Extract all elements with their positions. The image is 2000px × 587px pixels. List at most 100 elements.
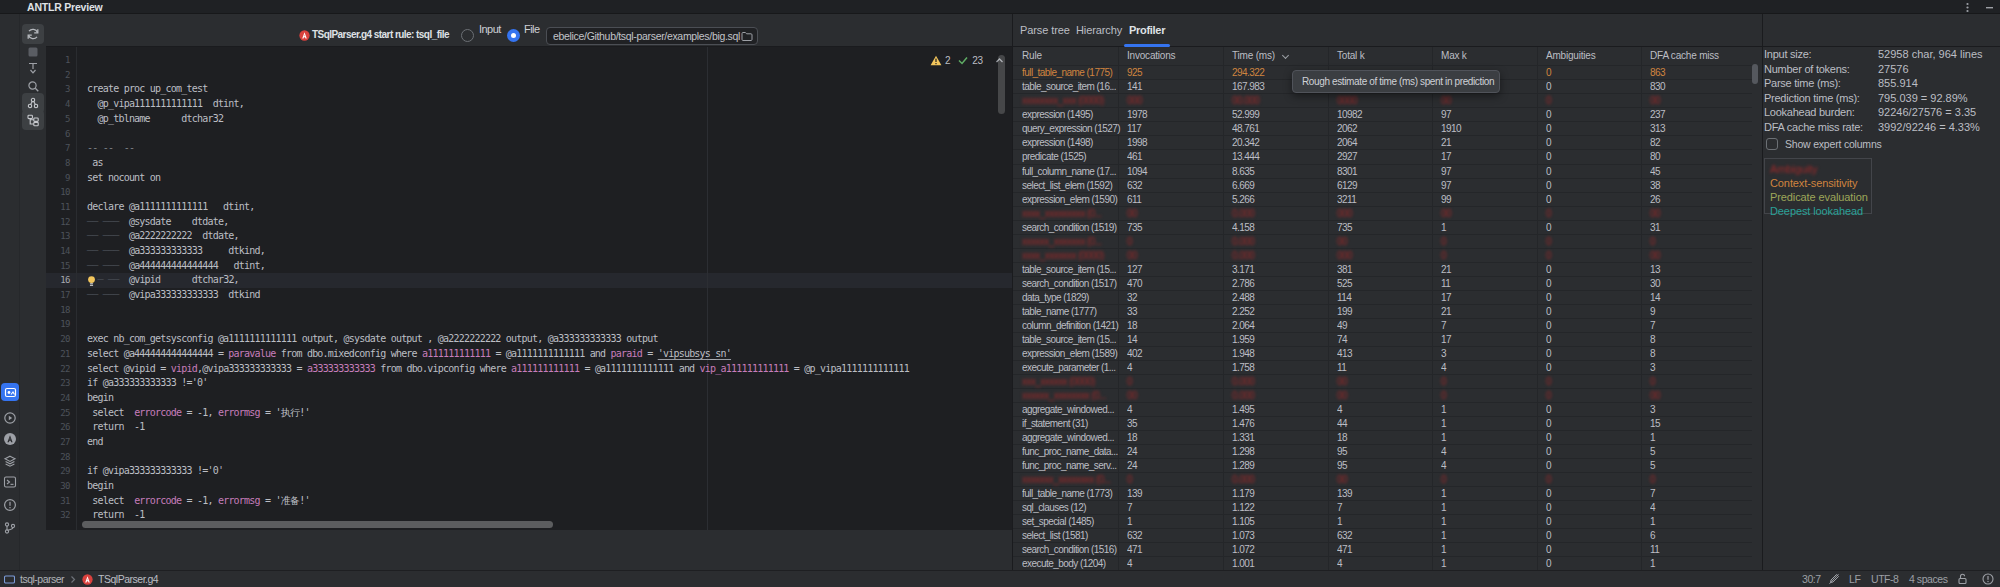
table-row[interactable]: expression_elem (1590)6115.266321199026 <box>1013 193 1752 207</box>
scroll-to-source-button[interactable] <box>22 58 44 78</box>
cell: 0 <box>1546 165 1636 178</box>
table-row[interactable]: search_condition (1516)4711.0724711011 <box>1013 543 1752 557</box>
cell: execute_body (1204) <box>1022 557 1121 570</box>
file-path-field[interactable]: ebelice/Github/tsql-parser/examples/big.… <box>546 27 758 45</box>
editor-horizontal-scrollbar[interactable] <box>82 521 553 528</box>
table-row[interactable]: set_special (1485)11.1051101 <box>1013 515 1752 529</box>
notifications-icon[interactable] <box>1982 573 1994 585</box>
column-header-total-k[interactable]: Total k <box>1337 47 1365 65</box>
table-row[interactable]: execute_body (1204)41.0014101 <box>1013 557 1752 570</box>
table-row[interactable]: table_source_item (15...141.959741708 <box>1013 333 1752 347</box>
cell: 0 <box>1546 291 1636 304</box>
table-row[interactable]: select_list (1581)6321.073632106 <box>1013 529 1752 543</box>
refresh-button[interactable] <box>22 24 44 44</box>
table-row-redacted[interactable]: xxxx_xxxxxxx (0000)000.0000000000 <box>1013 249 1752 263</box>
show-expert-columns-checkbox[interactable] <box>1766 138 1778 150</box>
line-ending[interactable]: LF <box>1849 571 1860 587</box>
column-header-max-k[interactable]: Max k <box>1441 47 1467 65</box>
table-row[interactable]: aggregate_windowed...181.33118101 <box>1013 431 1752 445</box>
cell: 13.444 <box>1232 150 1322 163</box>
table-row[interactable]: column_definition (1421)182.06449707 <box>1013 319 1752 333</box>
tab-hierarchy[interactable]: Hierarchy <box>1076 14 1122 46</box>
table-row[interactable]: expression (1495)197852.99910982970237 <box>1013 108 1752 122</box>
cell: 4 <box>1127 361 1217 374</box>
table-row-redacted[interactable]: xxxxxxx_xxxxxxxx (0...00.00000000 <box>1013 473 1752 487</box>
column-header-time-ms-[interactable]: Time (ms) <box>1232 47 1275 65</box>
caret-position[interactable]: 30:7 <box>1802 571 1821 587</box>
cell: 0 <box>1546 403 1636 416</box>
indent-style[interactable]: 4 spaces <box>1909 571 1947 587</box>
table-row[interactable]: select_list_elem (1592)6326.669612997038 <box>1013 179 1752 193</box>
table-row-redacted[interactable]: xxxxxxxx_xxx (0000)00000.000000000000 <box>1013 94 1752 108</box>
table-row[interactable]: expression_elem (1589)4021.948413308 <box>1013 347 1752 361</box>
table-row[interactable]: full_table_name (1773)1391.179139107 <box>1013 487 1752 501</box>
ok-count: 23 <box>972 55 983 66</box>
cell: 1.298 <box>1232 445 1322 458</box>
cell: 1.073 <box>1232 529 1322 542</box>
table-row[interactable]: func_proc_name_serv...241.28995405 <box>1013 459 1752 473</box>
editor-vertical-scrollbar[interactable] <box>998 55 1005 114</box>
column-header-dfa-cache-miss[interactable]: DFA cache miss <box>1650 47 1719 65</box>
stripe-layers-button[interactable] <box>1 452 19 470</box>
table-row[interactable]: aggregate_windowed...41.4954103 <box>1013 403 1752 417</box>
table-row[interactable]: if_statement (31)351.476441015 <box>1013 417 1752 431</box>
stripe-terminal-button[interactable] <box>1 473 19 491</box>
table-vertical-scrollbar[interactable] <box>1752 64 1758 84</box>
table-row[interactable]: table_name (1777)332.2521992109 <box>1013 305 1752 319</box>
cell: 1 <box>1441 403 1531 416</box>
profiler-table[interactable]: Rule Invocations Time (ms) Total k Max k Ambi… <box>1013 47 1752 570</box>
show-tree-button[interactable] <box>22 110 44 130</box>
stripe-problems-button[interactable] <box>1 496 19 514</box>
sort-descending-icon <box>1282 52 1289 59</box>
cell: 0 <box>1546 543 1636 556</box>
cell: 1 <box>1441 487 1531 500</box>
table-row[interactable]: table_source_item (15...1273.17138121013 <box>1013 263 1752 277</box>
table-row[interactable]: expression (1498)199820.342206421082 <box>1013 136 1752 150</box>
stripe-antlr-preview-button[interactable] <box>1 383 19 401</box>
column-header-invocations[interactable]: Invocations <box>1127 47 1175 65</box>
table-row[interactable]: full_column_name (17...10948.63583019704… <box>1013 165 1752 179</box>
tab-profiler[interactable]: Profiler <box>1129 14 1165 46</box>
input-radio-label[interactable]: Input <box>479 22 501 36</box>
highlighting-off-icon[interactable] <box>1828 573 1840 585</box>
table-row[interactable]: predicate (1525)46113.444292717080 <box>1013 150 1752 164</box>
table-row-redacted[interactable]: xxx_xxxxxx (0000)00.00000000 <box>1013 375 1752 389</box>
stripe-antlr-tool-button[interactable] <box>1 430 19 448</box>
table-row-redacted[interactable]: xxxx_xxxxxxxxx (0...000.00000000000 <box>1013 207 1752 221</box>
table-row[interactable]: data_type (1829)322.48811417014 <box>1013 291 1752 305</box>
table-row-redacted[interactable]: xxxxxx_xxxxxxxx (0...000.000000000 <box>1013 389 1752 403</box>
stat-label: Number of tokens: <box>1764 62 1850 76</box>
table-row-redacted[interactable]: xxxxxx_xxxxxxx (0...00.00000000 <box>1013 235 1752 249</box>
more-options-icon[interactable] <box>1962 2 1973 13</box>
table-row[interactable]: execute_parameter (1...41.75811403 <box>1013 361 1752 375</box>
cell: 17 <box>1441 333 1531 346</box>
table-row[interactable]: search_condition (1519)7354.1587351031 <box>1013 221 1752 235</box>
column-header-ambiguities[interactable]: Ambiguities <box>1546 47 1596 65</box>
line-number: 5 <box>46 112 70 127</box>
file-radio-label[interactable]: File <box>524 22 540 36</box>
cell: 1 <box>1441 543 1531 556</box>
tab-parse-tree[interactable]: Parse tree <box>1020 14 1070 46</box>
line-number: 7 <box>46 141 70 156</box>
hide-tool-window-icon[interactable] <box>1984 2 1995 13</box>
cell: 1.105 <box>1232 515 1322 528</box>
table-row[interactable]: sql_clauses (12)71.1227104 <box>1013 501 1752 515</box>
table-row[interactable]: func_proc_name_data...241.29895405 <box>1013 445 1752 459</box>
table-row[interactable]: search_condition (1517)4702.78652511030 <box>1013 277 1752 291</box>
cell: query_expression (1527) <box>1022 122 1121 135</box>
cell: 3 <box>1650 361 1745 374</box>
show-expert-columns-label[interactable]: Show expert columns <box>1785 137 1882 151</box>
intention-bulb-icon[interactable] <box>86 275 97 287</box>
stripe-services-button[interactable] <box>1 409 19 427</box>
stripe-git-button[interactable] <box>1 519 19 537</box>
cell: table_source_item (15... <box>1022 263 1121 276</box>
code-editor[interactable]: 1234567891011121314151617181920212223242… <box>46 47 1012 530</box>
column-header-rule[interactable]: Rule <box>1022 47 1042 65</box>
encoding[interactable]: UTF-8 <box>1871 571 1899 587</box>
input-radio[interactable] <box>461 29 474 42</box>
file-radio[interactable] <box>507 29 520 42</box>
table-row[interactable]: query_expression (1527)11748.76120621910… <box>1013 122 1752 136</box>
legend-context-sensitivity: Context-sensitivity <box>1770 176 1857 190</box>
unlock-icon[interactable] <box>1957 573 1968 585</box>
folder-icon[interactable] <box>741 31 753 42</box>
